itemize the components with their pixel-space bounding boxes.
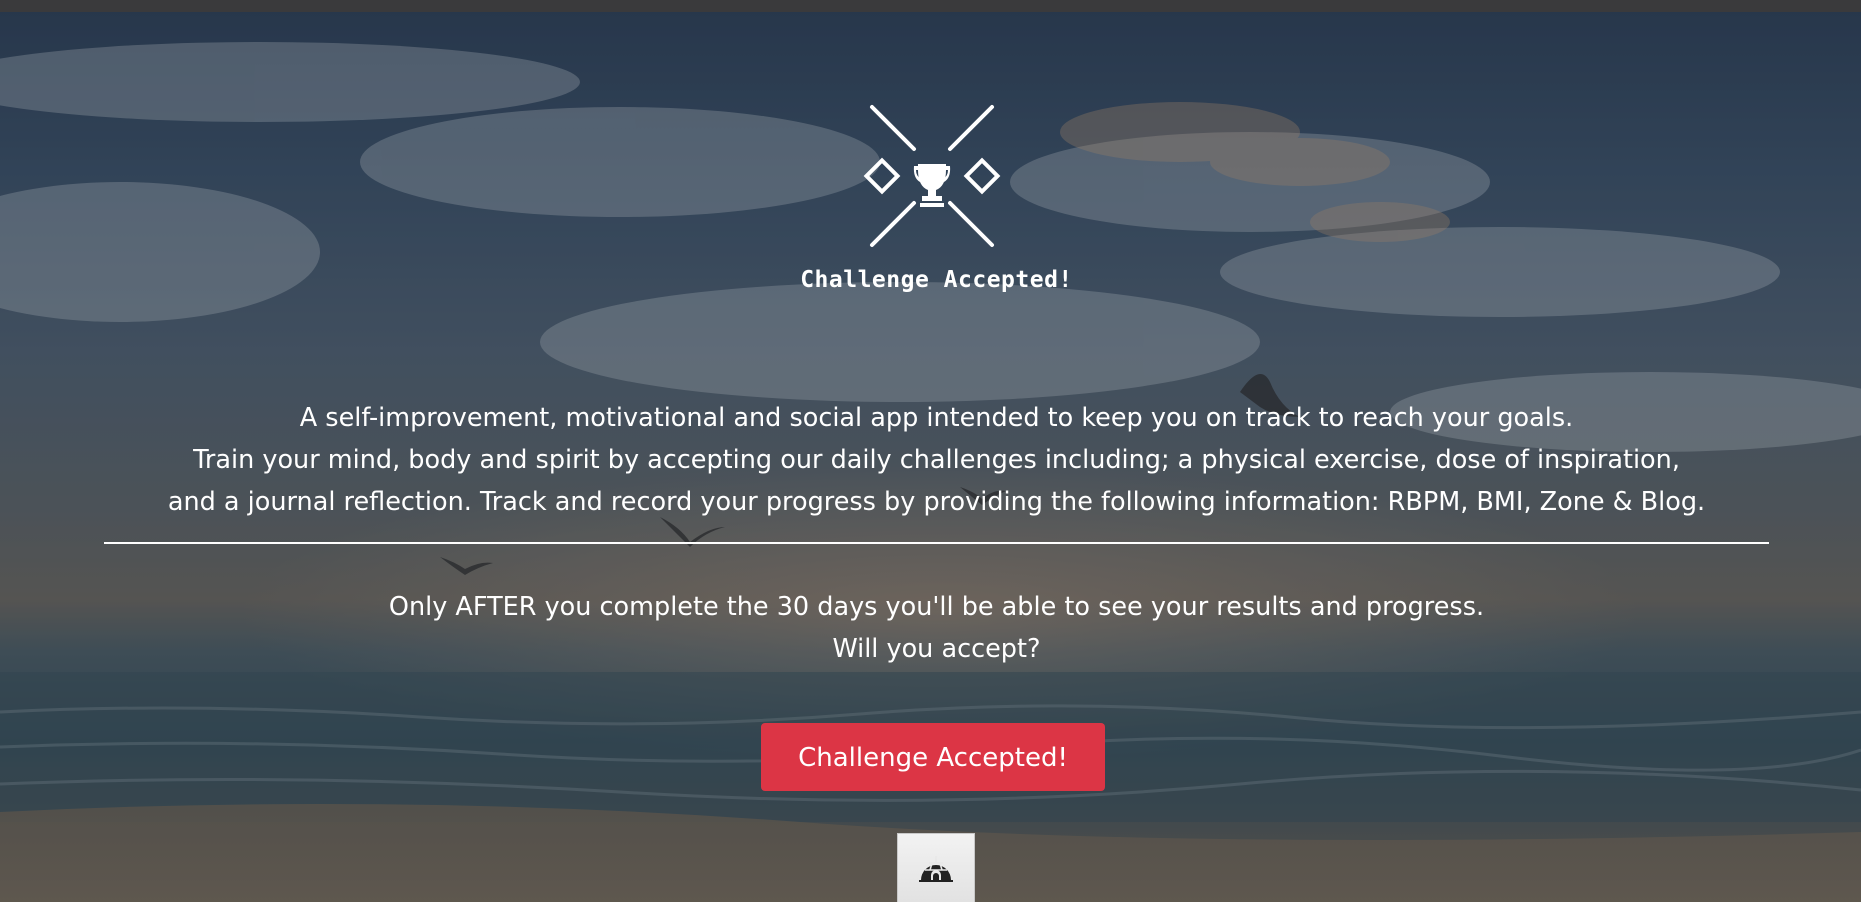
- landing-content: Challenge Accepted! A self-improvement, …: [0, 12, 1861, 902]
- notice-line-1: Only AFTER you complete the 30 days you'…: [388, 592, 1485, 622]
- brand-title: Challenge Accepted!: [800, 267, 1073, 293]
- browser-top-bar: [0, 0, 1861, 12]
- igloo-icon: [919, 856, 953, 882]
- challenge-accepted-button[interactable]: Challenge Accepted!: [761, 723, 1105, 791]
- trophy-crossed-swords-icon: [862, 102, 1002, 252]
- intro-line-1: A self-improvement, motivational and soc…: [299, 403, 1574, 433]
- intro-line-2: Train your mind, body and spirit by acce…: [193, 445, 1680, 475]
- hero-background: Challenge Accepted! A self-improvement, …: [0, 12, 1861, 902]
- divider: [104, 542, 1769, 544]
- intro-text: A self-improvement, motivational and soc…: [80, 397, 1793, 523]
- notice-line-2: Will you accept?: [832, 634, 1041, 664]
- intro-line-3: and a journal reflection. Track and reco…: [167, 487, 1706, 517]
- igloo-button[interactable]: [897, 833, 975, 902]
- notice-text: Only AFTER you complete the 30 days you'…: [80, 586, 1793, 670]
